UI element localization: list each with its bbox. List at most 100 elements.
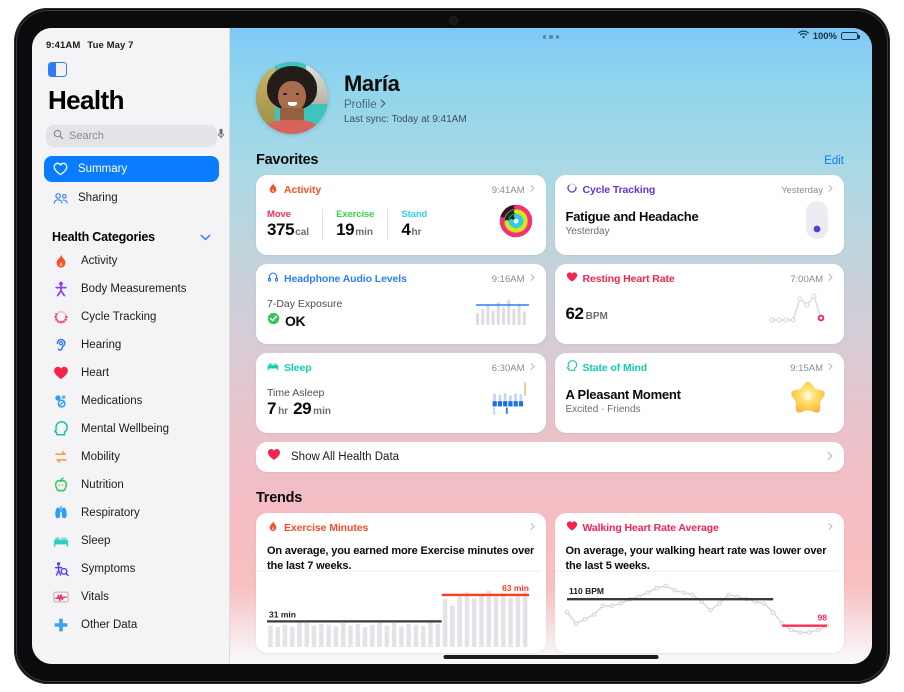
chevron-right-icon <box>828 273 833 285</box>
sidebar-item-cycle-tracking[interactable]: Cycle Tracking <box>32 303 229 331</box>
ear-icon <box>52 336 70 354</box>
card-body: 62 BPM <box>565 293 834 334</box>
edit-favorites-button[interactable]: Edit <box>824 155 844 168</box>
sidebar-item-activity[interactable]: Activity <box>32 247 229 275</box>
trend-chart-exercise-minutes: 31 min 63 min <box>256 569 546 653</box>
search-input[interactable] <box>69 130 211 142</box>
heart-filled-icon <box>52 364 70 382</box>
ipad-screen: 9:41AM Tue May 7 Health Summary <box>32 28 872 664</box>
waveform-box-icon <box>52 588 70 606</box>
sidebar-item-label: Activity <box>81 255 118 267</box>
card-timestamp: 6:30AM <box>491 362 525 374</box>
sidebar-item-mental-wellbeing[interactable]: Mental Wellbeing <box>32 415 229 443</box>
card-title-group: State of Mind <box>566 359 647 377</box>
card-title: Activity <box>284 184 322 196</box>
card-title-group: Activity <box>267 181 321 199</box>
favorite-card-headphone-audio-levels[interactable]: Headphone Audio Levels 9:16AM 7-Day Expo… <box>256 264 546 344</box>
trend-title: Exercise Minutes <box>284 522 369 534</box>
favorites-title: Favorites <box>256 152 319 168</box>
microphone-icon[interactable] <box>216 127 226 145</box>
sidebar-item-other-data[interactable]: Other Data <box>32 611 229 639</box>
sidebar-item-summary[interactable]: Summary <box>44 156 219 182</box>
avatar[interactable] <box>256 62 328 134</box>
favorite-card-activity[interactable]: Activity 9:41AM Move 375cal Exercise 19m… <box>256 175 546 255</box>
card-body: Move 375cal Exercise 19min Stand 4hr <box>267 204 535 245</box>
search-bar[interactable] <box>46 125 225 147</box>
sleep-minutes-unit: min <box>313 406 331 417</box>
sidebar-item-sharing[interactable]: Sharing <box>44 185 219 211</box>
show-all-health-data-row[interactable]: Show All Health Data <box>256 442 844 472</box>
activity-metric-move: Move 375cal <box>267 209 324 240</box>
metric-value-group: 4hr <box>401 220 427 240</box>
favorite-card-resting-heart-rate[interactable]: Resting Heart Rate 7:00AM 62 BPM <box>554 264 844 344</box>
trends-header: Trends <box>230 490 872 506</box>
search-icon <box>53 127 64 145</box>
metric-value: 19 <box>336 220 355 239</box>
favorite-card-sleep[interactable]: Sleep 6:30AM Time Asleep 7 hr 29 min <box>256 353 546 433</box>
favorite-card-cycle-tracking[interactable]: Cycle Tracking Yesterday Fatigue and Hea… <box>554 175 844 255</box>
person-magnify-icon <box>52 560 70 578</box>
bed-icon <box>267 359 279 377</box>
sidebar-item-vitals[interactable]: Vitals <box>32 583 229 611</box>
metric-unit: cal <box>295 227 310 238</box>
card-header: Resting Heart Rate 7:00AM <box>566 272 834 286</box>
sidebar-item-heart[interactable]: Heart <box>32 359 229 387</box>
sleep-minutes-value: 29 <box>293 399 312 418</box>
card-title-group: Headphone Audio Levels <box>267 270 407 288</box>
card-title-group: Exercise Minutes <box>267 519 368 537</box>
resting-heart-rate-chart <box>769 289 829 332</box>
battery-full-icon <box>841 31 860 41</box>
sidebar-toggle-icon[interactable] <box>48 62 67 77</box>
head-profile-icon <box>566 359 578 377</box>
arrows-icon <box>52 448 70 466</box>
ipad-device-frame: 9:41AM Tue May 7 Health Summary <box>14 8 890 684</box>
favorites-header: Favorites Edit <box>230 152 872 168</box>
bed-icon <box>52 532 70 550</box>
people-icon <box>52 190 69 207</box>
trend-title: Walking Heart Rate Average <box>582 522 719 534</box>
card-headline: Fatigue and Headache <box>565 209 699 224</box>
card-title-group: Sleep <box>267 359 312 377</box>
metric-value: 4 <box>401 220 411 239</box>
dynamic-island-dots <box>542 35 560 39</box>
card-meta: 6:30AM <box>492 362 535 374</box>
scroll-area[interactable]: 100% María Profile Last sync: Today at 9… <box>230 28 872 664</box>
sidebar-item-nutrition[interactable]: Nutrition <box>32 471 229 499</box>
sidebar-item-body-measurements[interactable]: Body Measurements <box>32 275 229 303</box>
sidebar-item-respiratory[interactable]: Respiratory <box>32 499 229 527</box>
sidebar-item-label: Vitals <box>81 591 109 603</box>
profile-header[interactable]: María Profile Last sync: Today at 9:41AM <box>230 46 872 134</box>
chevron-right-icon <box>828 184 833 196</box>
sidebar-item-label: Mobility <box>81 451 120 463</box>
page-title: Health <box>48 85 124 115</box>
sidebar: 9:41AM Tue May 7 Health Summary <box>32 28 230 664</box>
card-title-group: Cycle Tracking <box>566 181 655 199</box>
sidebar-item-hearing[interactable]: Hearing <box>32 331 229 359</box>
profile-link-label: Profile <box>344 99 377 111</box>
sidebar-item-symptoms[interactable]: Symptoms <box>32 555 229 583</box>
profile-link[interactable]: Profile <box>344 99 467 111</box>
trend-card-walking-heart-rate-average[interactable]: Walking Heart Rate Average On average, y… <box>554 513 844 653</box>
card-timestamp: 9:41AM <box>491 184 525 196</box>
svg-text:98: 98 <box>817 613 827 623</box>
card-title-group: Walking Heart Rate Average <box>566 519 719 537</box>
card-body: A Pleasant Moment Excited · Friends <box>566 381 834 423</box>
metric-unit: min <box>355 227 373 238</box>
headphone-icon <box>267 270 279 288</box>
sidebar-item-mobility[interactable]: Mobility <box>32 443 229 471</box>
sidebar-item-medications[interactable]: Medications <box>32 387 229 415</box>
flame-icon <box>267 181 279 199</box>
trend-card-exercise-minutes[interactable]: Exercise Minutes On average, you earned … <box>256 513 546 653</box>
activity-rings-icon <box>499 204 533 243</box>
favorite-card-state-of-mind[interactable]: State of Mind 9:15AM A Pleasant Moment E… <box>554 353 844 433</box>
card-meta: 9:15AM <box>790 362 833 374</box>
card-value: 62 <box>565 304 585 323</box>
sidebar-item-label: Body Measurements <box>81 283 187 295</box>
home-indicator[interactable] <box>443 655 659 659</box>
health-categories-header[interactable]: Health Categories <box>32 227 229 247</box>
mood-star-icon <box>789 379 827 420</box>
sidebar-item-sleep[interactable]: Sleep <box>32 527 229 555</box>
card-title-group: Resting Heart Rate <box>566 270 675 288</box>
profile-name: María <box>344 71 400 96</box>
chevron-down-icon[interactable] <box>200 228 211 246</box>
